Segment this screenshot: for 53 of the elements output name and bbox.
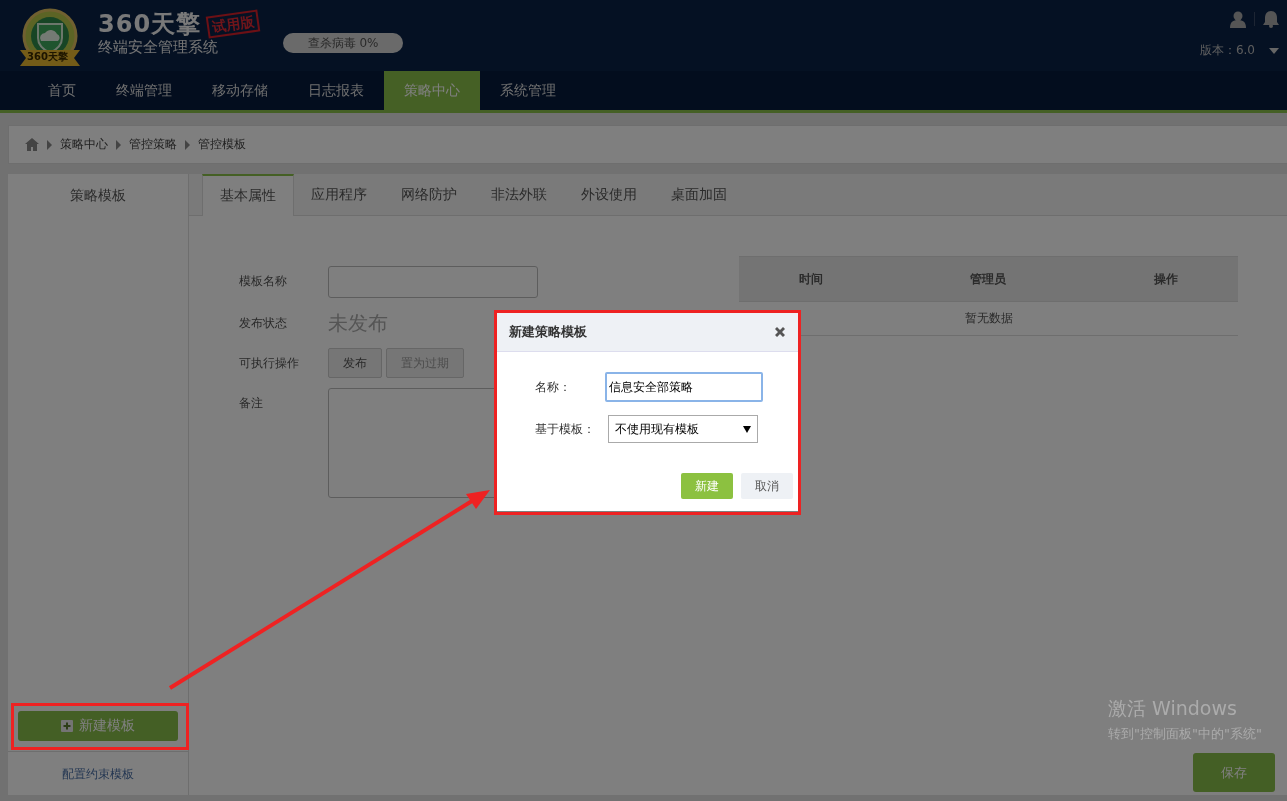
- save-button[interactable]: 保存: [1193, 753, 1275, 792]
- tab[interactable]: 网络防护: [384, 174, 474, 215]
- tab[interactable]: 桌面加固: [654, 174, 744, 215]
- nav-tab[interactable]: 终端管理: [96, 71, 192, 110]
- column-header: 管理员: [883, 256, 1094, 302]
- nav-tab[interactable]: 移动存储: [192, 71, 288, 110]
- tab[interactable]: 应用程序: [294, 174, 384, 215]
- trial-stamp: 试用版: [205, 9, 261, 39]
- nav-tab[interactable]: 策略中心: [384, 71, 480, 110]
- create-button[interactable]: 新建: [681, 473, 733, 499]
- field-label: 基于模板：: [535, 420, 596, 438]
- field-label: 可执行操作: [239, 355, 300, 372]
- nav-tab[interactable]: 日志报表: [288, 71, 384, 110]
- select-value: 不使用现有模板: [615, 420, 699, 438]
- new-template-button[interactable]: 新建模板: [18, 711, 178, 741]
- publish-button[interactable]: 发布: [328, 348, 382, 378]
- template-name-field[interactable]: [328, 266, 538, 298]
- tab[interactable]: 外设使用: [564, 174, 654, 215]
- logo-badge-text: 360天擎: [27, 51, 68, 63]
- scan-status-pill[interactable]: 查杀病毒 0%: [283, 33, 404, 53]
- column-header: 操作: [1093, 256, 1238, 302]
- tab[interactable]: 非法外联: [474, 174, 564, 215]
- field-label: 模板名称: [239, 273, 288, 290]
- bell-icon[interactable]: [1263, 10, 1279, 28]
- breadcrumb-item[interactable]: 策略中心: [60, 136, 108, 153]
- brand-subtitle: 终端安全管理系统: [98, 38, 219, 56]
- plus-icon: [61, 720, 73, 732]
- tab[interactable]: 基本属性: [202, 174, 294, 216]
- home-icon[interactable]: [25, 138, 39, 151]
- caret-down-icon: [743, 425, 751, 433]
- name-field[interactable]: 信息安全部策略: [605, 372, 763, 402]
- cancel-button[interactable]: 取消: [741, 473, 793, 499]
- nav-tab[interactable]: 首页: [28, 71, 96, 110]
- version-label: 版本：6.0: [1199, 42, 1255, 59]
- breadcrumb-item[interactable]: 管控模板: [198, 136, 246, 153]
- caret-right-icon: [47, 139, 52, 150]
- caret-down-icon[interactable]: [1269, 47, 1279, 54]
- caret-right-icon: [185, 139, 190, 150]
- field-label: 发布状态: [239, 315, 288, 332]
- column-header: 时间: [739, 256, 884, 302]
- template-select[interactable]: 不使用现有模板: [608, 415, 758, 443]
- field-label: 备注: [239, 395, 264, 412]
- breadcrumb-item[interactable]: 管控策略: [129, 136, 177, 153]
- configure-template-link[interactable]: 配置约束模板: [62, 766, 134, 783]
- field-label: 名称：: [535, 378, 572, 396]
- logo-emblem-icon: [18, 8, 82, 66]
- nav-tab[interactable]: 系统管理: [480, 71, 576, 110]
- brand-title: 360天擎: [98, 10, 202, 38]
- sidebar-title: 策略模板: [70, 186, 126, 205]
- close-icon[interactable]: [774, 326, 786, 338]
- dialog-title: 新建策略模板: [509, 323, 587, 341]
- user-icon[interactable]: [1230, 10, 1246, 28]
- caret-right-icon: [116, 139, 121, 150]
